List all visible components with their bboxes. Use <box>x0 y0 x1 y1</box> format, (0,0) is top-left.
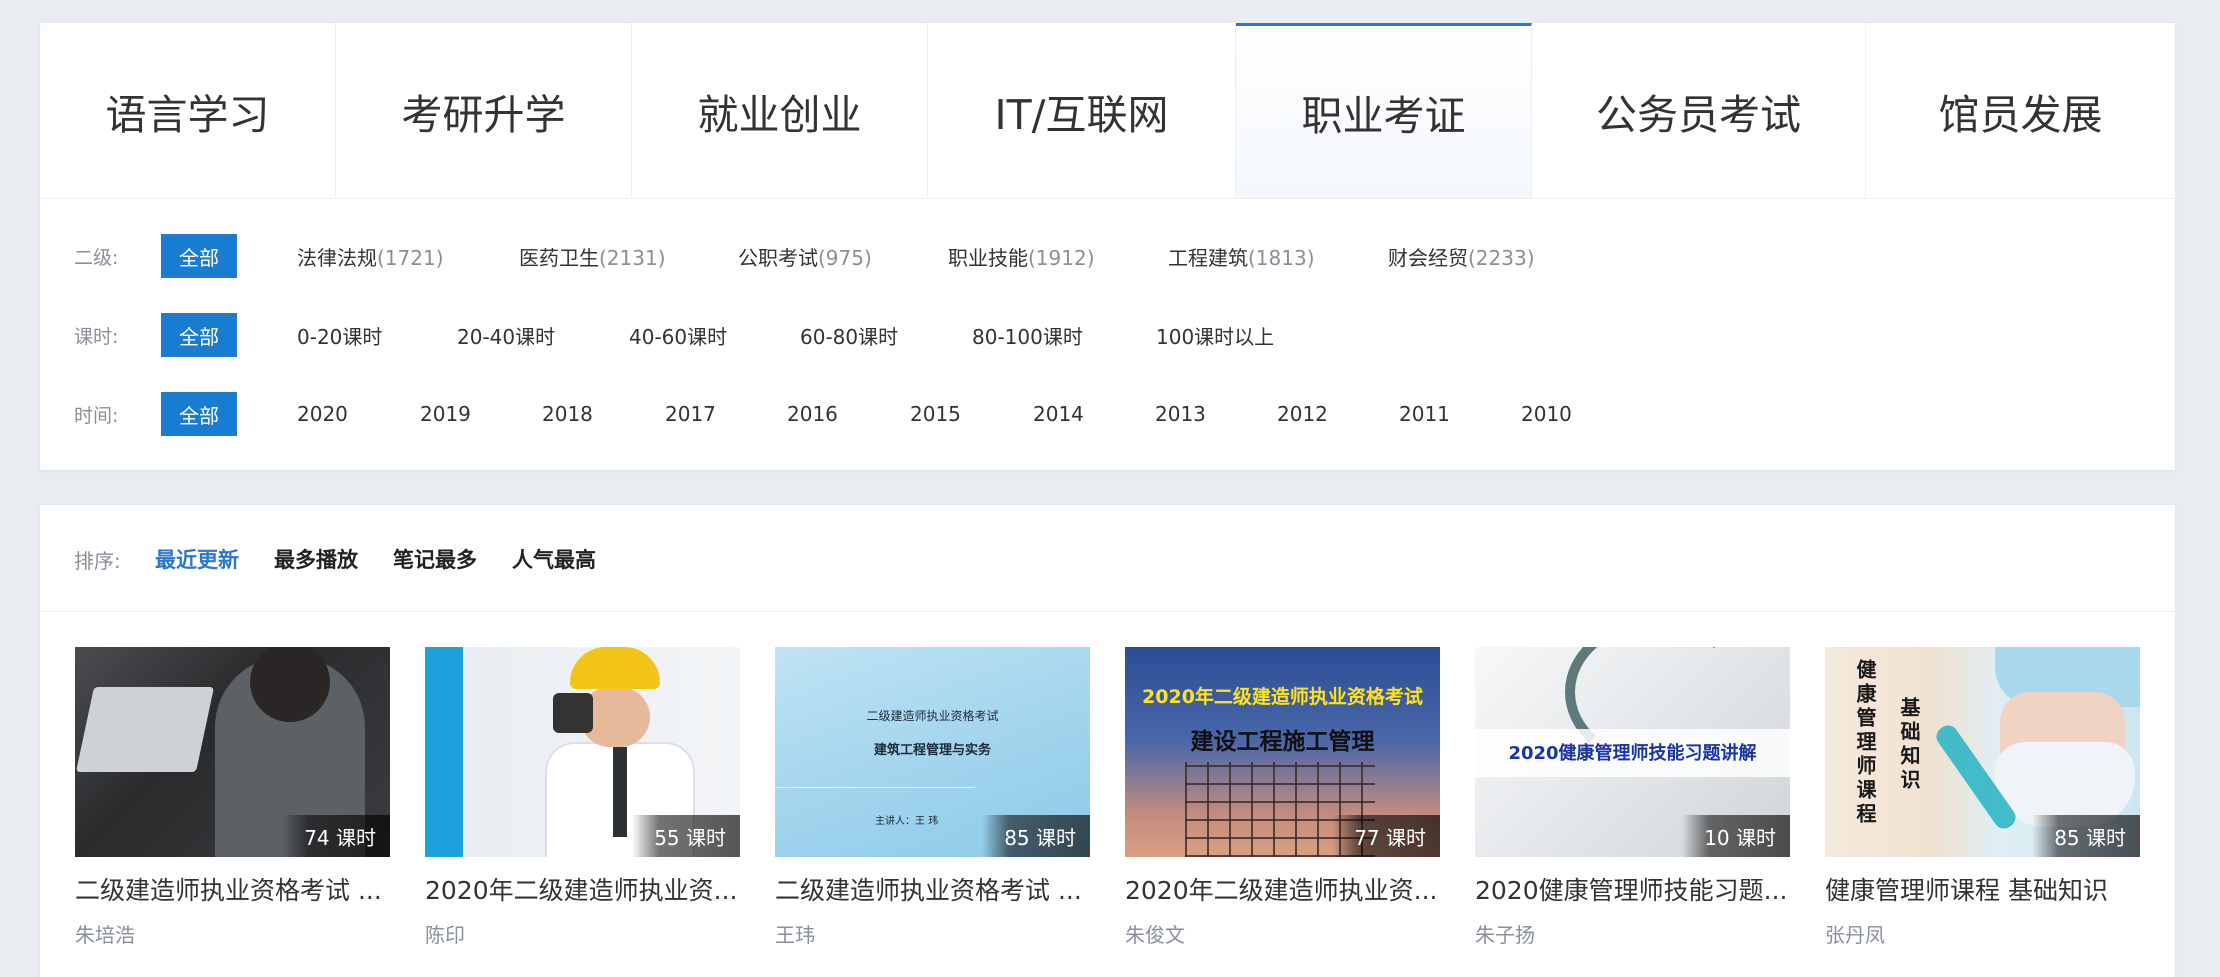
thumbnail-text-line1: 2020年二级建造师执业资格考试 <box>1142 686 1423 708</box>
course-hours-badge: 85 课时 <box>982 815 1090 857</box>
course-author: 王玮 <box>775 923 815 947</box>
course-title[interactable]: 二级建造师执业资格考试 ... <box>75 871 390 907</box>
hours-option-60-80[interactable]: 60-80课时 <box>800 321 898 350</box>
hours-option-100-plus[interactable]: 100课时以上 <box>1156 321 1274 350</box>
hours-option-0-20[interactable]: 0-20课时 <box>297 321 382 350</box>
tab-librarian[interactable]: 馆员发展 <box>1866 23 2175 198</box>
thumbnail-text-line1: 二级建造师执业资格考试 <box>866 709 999 723</box>
course-card[interactable]: 74 课时 二级建造师执业资格考试 ... 朱培浩 <box>75 647 390 948</box>
course-thumbnail[interactable]: 健康管理师课程 基础知识 85 课时 <box>1825 647 2140 857</box>
thumbnail-line <box>775 787 975 788</box>
time-option-2014[interactable]: 2014 <box>1033 402 1084 426</box>
tab-civil-service[interactable]: 公务员考试 <box>1532 23 1866 198</box>
course-card[interactable]: 2020健康管理师技能习题讲解 10 课时 2020健康管理师技能习题... 朱… <box>1475 647 1790 948</box>
sort-label: 排序: <box>74 549 121 573</box>
sort-most-popular[interactable]: 人气最高 <box>512 544 596 574</box>
level2-option-medicine[interactable]: 医药卫生(2131) <box>519 242 666 271</box>
time-option-2011[interactable]: 2011 <box>1399 402 1450 426</box>
time-option-2015[interactable]: 2015 <box>910 402 961 426</box>
course-title[interactable]: 2020年二级建造师执业资... <box>1125 871 1440 907</box>
sort-latest[interactable]: 最近更新 <box>155 544 239 574</box>
time-option-2018[interactable]: 2018 <box>542 402 593 426</box>
filter-row-hours: 课时: 全部 0-20课时 20-40课时 40-60课时 60-80课时 80… <box>40 312 2175 358</box>
course-hours-badge: 10 课时 <box>1682 815 1790 857</box>
time-option-2010[interactable]: 2010 <box>1521 402 1572 426</box>
course-thumbnail[interactable]: 55 课时 <box>425 647 740 857</box>
hours-option-40-60[interactable]: 40-60课时 <box>629 321 727 350</box>
level2-option-skills[interactable]: 职业技能(1912) <box>948 242 1095 271</box>
filter-label-hours: 课时: <box>74 325 119 348</box>
course-hours-badge: 77 课时 <box>1332 815 1440 857</box>
sort-bar: 排序: 最近更新 最多播放 笔记最多 人气最高 <box>40 505 2175 612</box>
filter-row-time: 时间: 全部 2020 2019 2018 2017 2016 2015 201… <box>40 391 2175 437</box>
laptop-graphic <box>75 687 215 772</box>
thumbnail-text-line1: 2020健康管理师技能习题讲解 <box>1508 743 1757 764</box>
category-panel: 语言学习 考研升学 就业创业 IT/互联网 职业考证 公务员考试 馆员发展 二级… <box>40 23 2175 470</box>
course-author: 朱子扬 <box>1475 923 1535 947</box>
course-title[interactable]: 二级建造师执业资格考试 ... <box>775 871 1090 907</box>
course-thumbnail[interactable]: 2020年二级建造师执业资格考试 建设工程施工管理 77 课时 <box>1125 647 1440 857</box>
course-card[interactable]: 健康管理师课程 基础知识 85 课时 健康管理师课程 基础知识 张丹凤 <box>1825 647 2140 948</box>
level2-option-construction[interactable]: 工程建筑(1813) <box>1168 242 1315 271</box>
tab-it-internet[interactable]: IT/互联网 <box>928 23 1236 198</box>
sort-most-played[interactable]: 最多播放 <box>274 544 358 574</box>
course-thumbnail[interactable]: 二级建造师执业资格考试 建筑工程管理与实务 主讲人：王 玮 85 课时 <box>775 647 1090 857</box>
level2-all-button[interactable]: 全部 <box>161 234 237 278</box>
course-list-panel: 排序: 最近更新 最多播放 笔记最多 人气最高 74 课时 二级建造师执业资格考… <box>40 505 2175 977</box>
hours-all-button[interactable]: 全部 <box>161 313 237 357</box>
tab-professional-cert[interactable]: 职业考证 <box>1236 23 1532 198</box>
category-tabs: 语言学习 考研升学 就业创业 IT/互联网 职业考证 公务员考试 馆员发展 <box>40 23 2175 199</box>
course-hours-badge: 55 课时 <box>632 815 740 857</box>
course-thumbnail[interactable]: 2020健康管理师技能习题讲解 10 课时 <box>1475 647 1790 857</box>
course-thumbnail[interactable]: 74 课时 <box>75 647 390 857</box>
course-card[interactable]: 55 课时 2020年二级建造师执业资... 陈印 <box>425 647 740 948</box>
level2-option-law[interactable]: 法律法规(1721) <box>297 242 444 271</box>
course-author: 朱俊文 <box>1125 923 1185 947</box>
course-author: 朱培浩 <box>75 923 135 947</box>
level2-option-finance[interactable]: 财会经贸(2233) <box>1388 242 1535 271</box>
time-all-button[interactable]: 全部 <box>161 392 237 436</box>
thumbnail-text-line2: 建筑工程管理与实务 <box>873 743 991 758</box>
course-card[interactable]: 二级建造师执业资格考试 建筑工程管理与实务 主讲人：王 玮 85 课时 二级建造… <box>775 647 1090 948</box>
tab-language[interactable]: 语言学习 <box>40 23 336 198</box>
course-card[interactable]: 2020年二级建造师执业资格考试 建设工程施工管理 77 课时 2020年二级建… <box>1125 647 1440 948</box>
tab-employment[interactable]: 就业创业 <box>632 23 928 198</box>
time-option-2019[interactable]: 2019 <box>420 402 471 426</box>
course-hours-badge: 85 课时 <box>2032 815 2140 857</box>
level2-option-public-exam[interactable]: 公职考试(975) <box>738 242 872 271</box>
course-author: 张丹凤 <box>1825 923 1885 947</box>
thumbnail-text-line3: 主讲人：王 玮 <box>875 816 939 827</box>
filter-label-level2: 二级: <box>74 246 119 269</box>
thumbnail-text-line2: 建设工程施工管理 <box>1190 729 1375 755</box>
course-title[interactable]: 2020健康管理师技能习题... <box>1475 871 1790 907</box>
thumbnail-text-line1: 健康管理师课程 <box>1853 659 1877 827</box>
course-title[interactable]: 健康管理师课程 基础知识 <box>1825 871 2140 907</box>
time-option-2020[interactable]: 2020 <box>297 402 348 426</box>
survey-instrument-graphic <box>553 693 593 733</box>
tie-graphic <box>613 747 627 837</box>
tab-postgraduate[interactable]: 考研升学 <box>336 23 632 198</box>
hours-option-80-100[interactable]: 80-100课时 <box>972 321 1083 350</box>
hours-option-20-40[interactable]: 20-40课时 <box>457 321 555 350</box>
course-author: 陈印 <box>425 923 465 947</box>
hard-hat-graphic <box>570 647 660 689</box>
time-option-2012[interactable]: 2012 <box>1277 402 1328 426</box>
course-title[interactable]: 2020年二级建造师执业资... <box>425 871 740 907</box>
filter-row-level2: 二级: 全部 法律法规(1721) 医药卫生(2131) 公职考试(975) 职… <box>40 233 2175 279</box>
time-option-2017[interactable]: 2017 <box>665 402 716 426</box>
filter-label-time: 时间: <box>74 404 119 427</box>
course-hours-badge: 74 课时 <box>282 815 390 857</box>
time-option-2016[interactable]: 2016 <box>787 402 838 426</box>
thumbnail-text-line2: 基础知识 <box>1897 697 1921 793</box>
sort-most-notes[interactable]: 笔记最多 <box>393 544 477 574</box>
time-option-2013[interactable]: 2013 <box>1155 402 1206 426</box>
